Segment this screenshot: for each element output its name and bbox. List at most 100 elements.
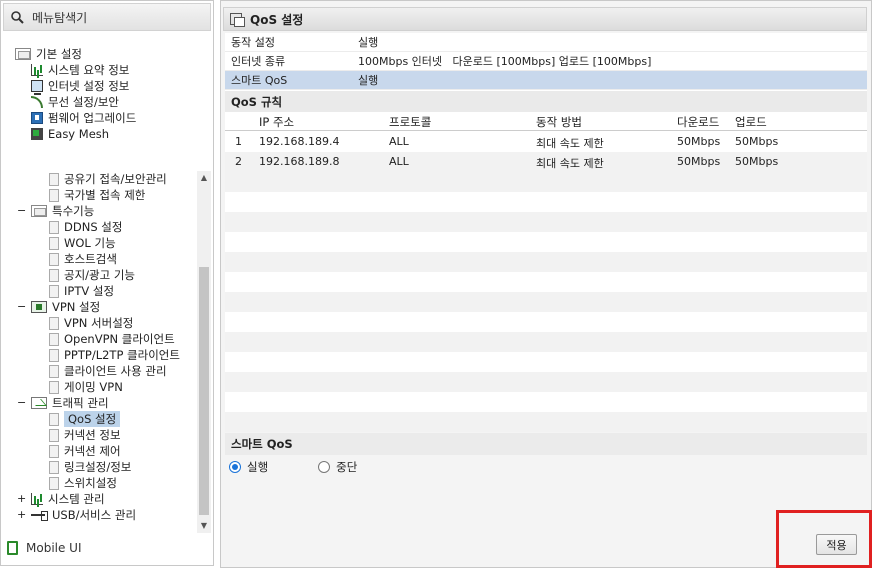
smart-qos-off-option[interactable]: 중단	[318, 459, 357, 475]
menu-item-label: 기본 설정	[36, 47, 82, 61]
tree-item-17[interactable]: 커넥션 제어	[49, 443, 121, 459]
cell-ip: 192.168.189.8	[259, 155, 340, 168]
page-icon	[49, 364, 59, 378]
rules-table-header: IP 주소 프로토콜 동작 방법 다운로드 업로드	[225, 111, 867, 131]
tree-item-9[interactable]: VPN 서버설정	[49, 315, 133, 331]
cell-up: 50Mbps	[735, 155, 779, 168]
menu-item-0[interactable]: 기본 설정	[15, 46, 82, 62]
qos-settings-panel: QoS 설정 동작 설정 실행 인터넷 종류 100Mbps 인터넷 다운로드 [10…	[220, 0, 872, 568]
collapse-icon[interactable]: −	[17, 204, 26, 217]
smart-qos-on-option[interactable]: 실행	[229, 459, 268, 475]
radio-off-icon[interactable]	[318, 461, 331, 473]
scroll-up-arrow-icon[interactable]: ▲	[197, 171, 211, 185]
scrollbar-thumb[interactable]	[199, 267, 209, 515]
tree-item-label: 국가별 접속 제한	[64, 188, 146, 202]
empty-row	[225, 412, 867, 432]
tree-item-5[interactable]: 호스트검색	[49, 251, 117, 267]
cell-proto: ALL	[389, 155, 409, 168]
table-row[interactable]: 1 192.168.189.4 ALL 최대 속도 제한 50Mbps 50Mbps	[225, 132, 867, 152]
empty-row	[225, 372, 867, 392]
mobile-ui-label: Mobile UI	[26, 541, 82, 555]
tree-item-14[interactable]: 트래픽 관리	[31, 395, 109, 411]
menu-item-3[interactable]: 무선 설정/보안	[31, 94, 119, 110]
page-icon	[49, 284, 59, 298]
tree-item-label: USB/서비스 관리	[52, 508, 137, 522]
cell-down: 50Mbps	[677, 135, 721, 148]
collapse-icon[interactable]: −	[17, 300, 26, 313]
tree-item-label: PPTP/L2TP 클라이언트	[64, 348, 180, 362]
qos-content: 동작 설정 실행 인터넷 종류 100Mbps 인터넷 다운로드 [100Mbps] …	[225, 33, 867, 432]
wifi-icon	[31, 96, 43, 108]
cell-ip: 192.168.189.4	[259, 135, 340, 148]
empty-row	[225, 352, 867, 372]
pc-icon	[31, 80, 43, 95]
col-ip: IP 주소	[259, 115, 295, 129]
tree-item-2[interactable]: 특수기능	[31, 203, 94, 219]
tree-item-12[interactable]: 클라이언트 사용 관리	[49, 363, 167, 379]
page-icon	[49, 316, 59, 330]
col-upload: 업로드	[735, 115, 767, 129]
mesh-icon	[31, 128, 43, 140]
folder-icon	[15, 48, 31, 60]
chart-icon	[31, 493, 43, 505]
tree-item-label: WOL 기능	[64, 236, 116, 250]
tree-item-21[interactable]: USB/서비스 관리	[31, 507, 136, 523]
smart-qos-radio-group: 실행 중단	[229, 459, 357, 475]
empty-row	[225, 192, 867, 212]
tree-item-11[interactable]: PPTP/L2TP 클라이언트	[49, 347, 180, 363]
tree-item-label: IPTV 설정	[64, 284, 115, 298]
mobile-ui-link[interactable]: Mobile UI	[7, 541, 82, 555]
page-icon	[49, 236, 59, 250]
tree-item-8[interactable]: VPN 설정	[31, 299, 100, 315]
tree-item-19[interactable]: 스위치설정	[49, 475, 117, 491]
page-icon	[49, 476, 59, 490]
tree-item-label: 공유기 접속/보안관리	[64, 172, 167, 186]
smart-qos-on-label: 실행	[247, 460, 269, 474]
menu-item-1[interactable]: 시스템 요약 정보	[31, 62, 129, 78]
col-download: 다운로드	[677, 115, 720, 129]
tree-item-18[interactable]: 링크설정/정보	[49, 459, 131, 475]
empty-row	[225, 392, 867, 412]
folder-icon	[31, 205, 47, 217]
menu-item-4[interactable]: 펌웨어 업그레이드	[31, 110, 136, 126]
info-row: 스마트 QoS 실행	[225, 71, 867, 90]
cell-method: 최대 속도 제한	[536, 137, 604, 150]
tree-item-0[interactable]: 공유기 접속/보안관리	[49, 171, 167, 187]
empty-row	[225, 252, 867, 272]
menu-item-2[interactable]: 인터넷 설정 정보	[31, 78, 130, 95]
menu-item-5[interactable]: Easy Mesh	[31, 126, 109, 142]
tree-item-1[interactable]: 국가별 접속 제한	[49, 187, 145, 203]
panel-header: QoS 설정	[223, 7, 867, 31]
page-icon	[49, 412, 59, 426]
tree-item-label: 호스트검색	[64, 252, 117, 266]
page-icon	[49, 444, 59, 458]
tree-item-20[interactable]: 시스템 관리	[31, 491, 105, 507]
scroll-down-arrow-icon[interactable]: ▼	[197, 519, 211, 533]
expand-icon[interactable]: +	[17, 492, 26, 505]
info-key: 스마트 QoS	[231, 74, 288, 87]
tree-item-3[interactable]: DDNS 설정	[49, 219, 122, 235]
menu-item-label: 무선 설정/보안	[48, 95, 120, 109]
tree-item-label: 시스템 관리	[48, 492, 105, 506]
tree-item-4[interactable]: WOL 기능	[49, 235, 116, 251]
empty-row	[225, 332, 867, 352]
search-icon	[11, 11, 24, 24]
apply-button[interactable]: 적용	[816, 534, 857, 555]
expand-icon[interactable]: +	[17, 508, 26, 521]
menu-scrollbar[interactable]: ▲ ▼	[197, 171, 211, 533]
info-row: 동작 설정 실행	[225, 33, 867, 52]
tree-item-13[interactable]: 게이밍 VPN	[49, 379, 123, 395]
tree-item-16[interactable]: 커넥션 정보	[49, 427, 121, 443]
table-row[interactable]: 2 192.168.189.8 ALL 최대 속도 제한 50Mbps 50Mbps	[225, 152, 867, 172]
collapse-icon[interactable]: −	[17, 396, 26, 409]
info-row: 인터넷 종류 100Mbps 인터넷 다운로드 [100Mbps] 업로드 [10…	[225, 52, 867, 71]
cell-proto: ALL	[389, 135, 409, 148]
tree-item-7[interactable]: IPTV 설정	[49, 283, 114, 299]
tree-item-6[interactable]: 공지/광고 기능	[49, 267, 135, 283]
panel-title: QoS 설정	[250, 12, 304, 27]
tree-item-10[interactable]: OpenVPN 클라이언트	[49, 331, 175, 347]
radio-on-icon[interactable]	[229, 461, 241, 473]
menu-item-label: 인터넷 설정 정보	[48, 79, 130, 93]
tree-item-15[interactable]: QoS 설정	[49, 411, 121, 427]
page-icon	[49, 220, 59, 234]
